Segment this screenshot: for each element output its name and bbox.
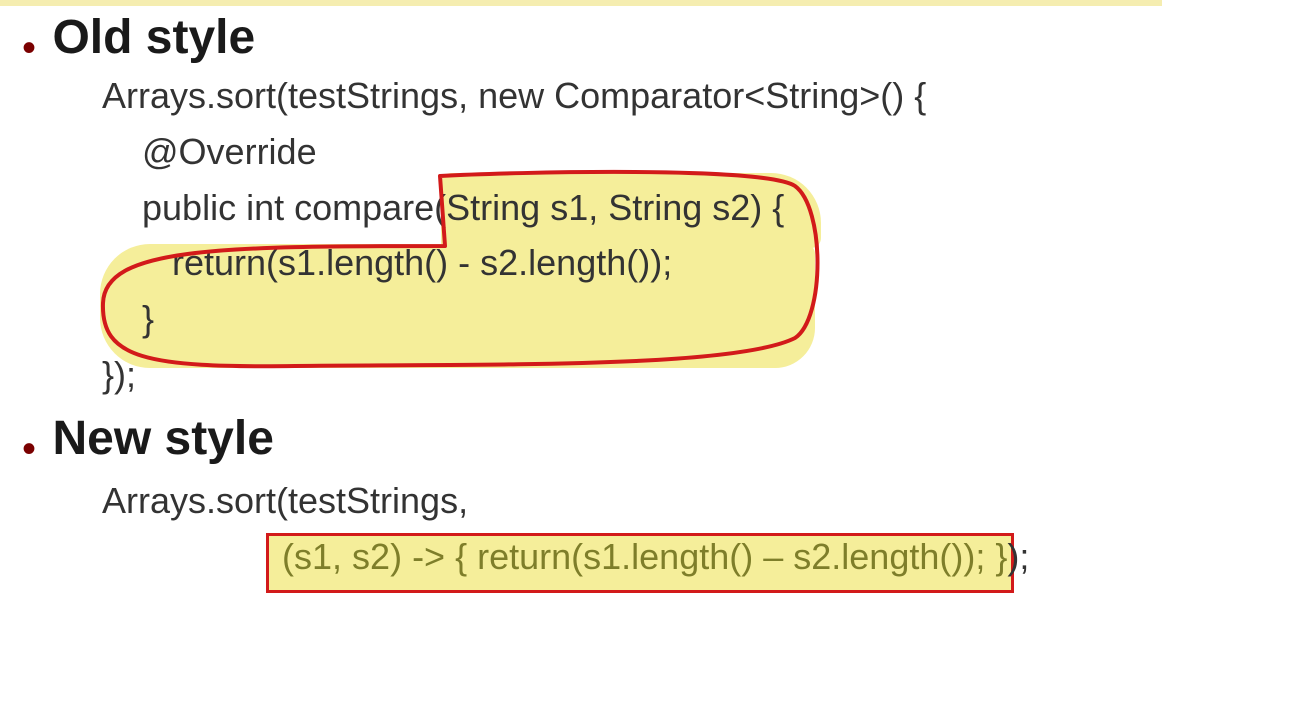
code-new-line1: Arrays.sort(testStrings, [102, 480, 468, 521]
code-old-line4: return(s1.length() - s2.length()); [102, 242, 672, 283]
code-new-lambda-params: (s1, s2) -> { return(s1.length() – s2.le… [282, 536, 1007, 577]
code-old-line2: @Override [102, 131, 317, 172]
code-old-line3: public int compare(String s1, String s2)… [102, 187, 784, 228]
code-old-style: Arrays.sort(testStrings, new Comparator<… [102, 68, 1272, 403]
top-accent-bar [0, 0, 1162, 6]
code-new-tail: ); [1007, 536, 1029, 577]
heading-new-style: New style [52, 411, 273, 466]
content-area: • Old style Arrays.sort(testStrings, new… [22, 10, 1272, 584]
code-new-style: Arrays.sort(testStrings, (s1, s2) -> { r… [102, 473, 1272, 585]
bullet-icon: • [22, 28, 36, 68]
code-new-pad [102, 536, 282, 577]
bullet-icon: • [22, 429, 36, 469]
section-old-style: • Old style Arrays.sort(testStrings, new… [22, 10, 1272, 403]
code-old-line6: }); [102, 354, 136, 395]
slide: • Old style Arrays.sort(testStrings, new… [0, 0, 1292, 707]
code-old-line5: } [102, 298, 154, 339]
code-old-line1: Arrays.sort(testStrings, new Comparator<… [102, 75, 926, 116]
heading-old-style: Old style [52, 10, 255, 65]
section-new-style: • New style Arrays.sort(testStrings, (s1… [22, 411, 1272, 585]
